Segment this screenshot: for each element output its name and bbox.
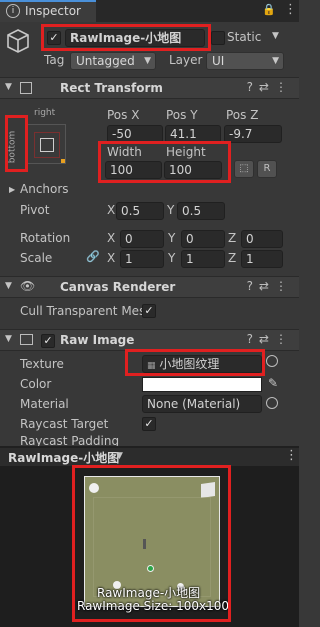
image-icon xyxy=(20,334,33,345)
raycast-target-label: Raycast Target xyxy=(20,417,109,431)
pivot-y-axis: Y xyxy=(167,203,175,217)
object-picker-icon[interactable] xyxy=(266,397,278,409)
static-label: Static xyxy=(227,30,262,44)
pos-z-field[interactable]: -9.7 xyxy=(224,125,282,143)
object-name-field[interactable]: RawImage-小地图 xyxy=(65,29,205,47)
rotation-z-field[interactable]: 0 xyxy=(241,230,283,248)
rotation-y-axis: Y xyxy=(168,231,176,245)
collapse-arrow-icon: ▼ xyxy=(5,334,12,344)
width-label: Width xyxy=(107,145,142,159)
anchor-side-label: bottom xyxy=(7,130,18,164)
lock-icon[interactable]: 🔒 xyxy=(262,3,276,16)
component-menu-icons[interactable]: ?⇄⋮ xyxy=(247,332,293,346)
raycast-padding-label: Raycast Padding xyxy=(20,434,120,446)
tab-title: Inspector xyxy=(25,4,81,18)
scale-x-axis: X xyxy=(107,251,116,265)
scale-z-field[interactable]: 1 xyxy=(241,250,283,268)
rotation-y-field[interactable]: 0 xyxy=(181,230,225,248)
pivot-x-field[interactable]: 0.5 xyxy=(116,202,164,220)
layer-label: Layer xyxy=(169,53,203,67)
material-field[interactable]: None (Material) xyxy=(142,395,262,413)
scale-x-field[interactable]: 1 xyxy=(120,250,164,268)
preview-header[interactable]: RawImage-小地图 ▼ ⋮ xyxy=(0,446,299,466)
texture-field[interactable]: ▦ 小地图纹理 xyxy=(142,355,262,373)
preview-title: RawImage-小地图 xyxy=(8,451,120,465)
link-icon[interactable]: 🔗 xyxy=(86,250,100,263)
collapse-arrow-icon: ▼ xyxy=(5,82,12,92)
rotation-x-axis: X xyxy=(107,231,116,245)
pivot-label: Pivot xyxy=(20,203,50,217)
texture-asset-icon: ▦ xyxy=(147,361,156,371)
preview-menu-icon[interactable]: ⋮ xyxy=(285,448,298,463)
static-checkbox[interactable] xyxy=(211,31,225,45)
anchors-label: Anchors xyxy=(20,182,69,196)
raw-image-enabled-checkbox[interactable]: ✓ xyxy=(41,334,55,348)
component-menu-icons[interactable]: ?⇄⋮ xyxy=(247,80,293,94)
raw-image-title: Raw Image xyxy=(60,333,135,347)
canvas-renderer-title: Canvas Renderer xyxy=(60,280,176,294)
scale-z-axis: Z xyxy=(228,251,237,265)
info-icon: i xyxy=(6,4,20,18)
tag-dropdown[interactable]: Untagged ▼ xyxy=(70,52,156,70)
rotation-label: Rotation xyxy=(20,231,71,245)
anchor-preset-button[interactable] xyxy=(26,124,66,164)
raycast-target-checkbox[interactable]: ✓ xyxy=(142,417,156,431)
anchors-expand-icon[interactable]: ▶ xyxy=(9,185,15,194)
canvas-renderer-header[interactable]: ▼ 👁 Canvas Renderer ?⇄⋮ xyxy=(0,276,299,298)
static-dropdown-icon[interactable]: ▼ xyxy=(272,31,279,41)
height-field[interactable]: 100 xyxy=(164,161,222,179)
component-menu-icons[interactable]: ?⇄⋮ xyxy=(247,279,293,293)
menu-icon[interactable]: ⋮ xyxy=(284,2,297,17)
scale-y-axis: Y xyxy=(168,251,176,265)
texture-value: 小地图纹理 xyxy=(159,357,220,371)
cull-transparent-label: Cull Transparent Mes xyxy=(20,304,146,318)
layer-value: UI xyxy=(212,54,225,68)
pos-y-field[interactable]: 41.1 xyxy=(165,125,221,143)
chevron-down-icon: ▼ xyxy=(144,56,151,66)
blueprint-mode-button[interactable]: ⬚ xyxy=(234,160,254,178)
rotation-x-field[interactable]: 0 xyxy=(120,230,164,248)
width-field[interactable]: 100 xyxy=(105,161,162,179)
color-label: Color xyxy=(20,377,52,391)
active-checkbox[interactable]: ✓ xyxy=(47,31,61,45)
collapse-arrow-icon: ▼ xyxy=(5,281,12,291)
tab-inspector[interactable]: i Inspector xyxy=(0,0,96,22)
tag-label: Tag xyxy=(44,53,65,67)
eyedropper-icon[interactable]: ✎ xyxy=(268,376,278,390)
preview-caption-size: RawImage Size: 100x100 xyxy=(77,599,230,613)
scale-label: Scale xyxy=(20,251,53,265)
eye-icon: 👁 xyxy=(20,279,36,293)
pos-x-label: Pos X xyxy=(107,108,140,122)
layer-dropdown[interactable]: UI ▼ xyxy=(206,52,284,70)
anchor-top-label: right xyxy=(34,108,56,118)
raw-image-header[interactable]: ▼ ✓ Raw Image ?⇄⋮ xyxy=(0,329,299,351)
rect-transform-icon xyxy=(20,82,32,94)
pos-z-label: Pos Z xyxy=(226,108,259,122)
pos-x-field[interactable]: -50 xyxy=(107,125,163,143)
rotation-z-axis: Z xyxy=(228,231,237,245)
rect-transform-header[interactable]: ▼ Rect Transform ?⇄⋮ xyxy=(0,77,299,99)
gameobject-cube-icon xyxy=(7,29,29,53)
texture-label: Texture xyxy=(20,357,64,371)
color-swatch[interactable] xyxy=(142,377,262,392)
chevron-down-icon: ▼ xyxy=(116,451,123,461)
pivot-x-axis: X xyxy=(107,203,116,217)
tag-value: Untagged xyxy=(76,54,135,68)
material-label: Material xyxy=(20,397,69,411)
pivot-y-field[interactable]: 0.5 xyxy=(177,202,225,220)
height-label: Height xyxy=(166,145,206,159)
raw-edit-button[interactable]: R xyxy=(257,160,277,178)
object-picker-icon[interactable] xyxy=(266,355,278,367)
cull-transparent-checkbox[interactable]: ✓ xyxy=(142,304,156,318)
chevron-down-icon: ▼ xyxy=(272,56,279,66)
rect-transform-title: Rect Transform xyxy=(60,81,163,95)
pos-y-label: Pos Y xyxy=(166,108,198,122)
scale-y-field[interactable]: 1 xyxy=(181,250,225,268)
